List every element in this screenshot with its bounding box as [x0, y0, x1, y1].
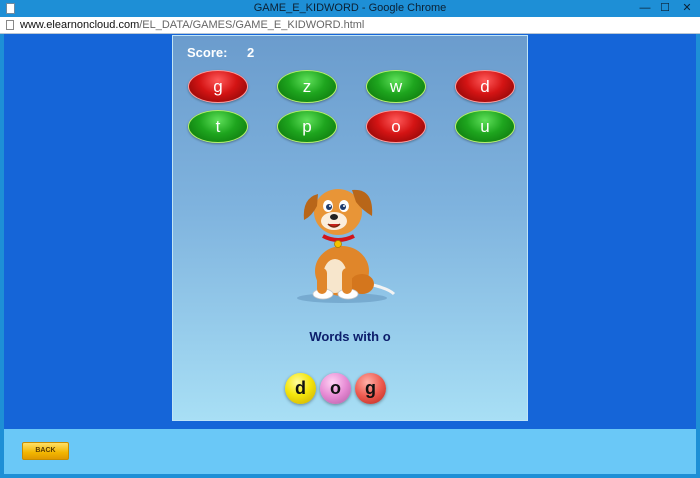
- score-label: Score:: [187, 45, 228, 60]
- score-value: 2: [247, 45, 255, 60]
- answer-tile: g: [355, 373, 386, 404]
- answer-tile: d: [285, 373, 316, 404]
- letter-bubble[interactable]: t: [188, 110, 248, 143]
- page-icon: [6, 20, 14, 30]
- window-title: GAME_E_KIDWORD - Google Chrome: [253, 2, 447, 14]
- letter-bubble[interactable]: w: [366, 70, 426, 103]
- window-frame-bottom: [0, 474, 700, 478]
- prompt-text: Words with o: [309, 329, 391, 344]
- back-button[interactable]: BACK: [22, 442, 69, 460]
- url-path: /EL_DATA/GAMES/GAME_E_KIDWORD.html: [139, 19, 365, 31]
- window-frame-right: [696, 34, 700, 478]
- footer-bar: BACK: [4, 429, 696, 474]
- page-content: Score: 2 g z w d t p o u Words with o d …: [4, 35, 696, 429]
- letter-bubble[interactable]: p: [277, 110, 337, 143]
- letter-bubble[interactable]: o: [366, 110, 426, 143]
- letter-bubble[interactable]: u: [455, 110, 515, 143]
- address-bar[interactable]: www.elearnoncloud.com/EL_DATA/GAMES/GAME…: [0, 17, 700, 34]
- dog-illustration: [297, 189, 396, 303]
- minimize-button[interactable]: —: [636, 1, 654, 15]
- letter-bubble[interactable]: d: [455, 70, 515, 103]
- url-domain: www.elearnoncloud.com: [20, 19, 140, 31]
- window-titlebar: GAME_E_KIDWORD - Google Chrome — ☐ ✕: [0, 0, 700, 17]
- maximize-button[interactable]: ☐: [656, 1, 674, 15]
- game-panel: Score: 2 g z w d t p o u Words with o d …: [172, 35, 528, 421]
- close-button[interactable]: ✕: [676, 1, 698, 15]
- letter-bubble[interactable]: g: [188, 70, 248, 103]
- letter-bubble[interactable]: z: [277, 70, 337, 103]
- url-text[interactable]: www.elearnoncloud.com/EL_DATA/GAMES/GAME…: [20, 19, 364, 31]
- answer-tile: o: [320, 373, 351, 404]
